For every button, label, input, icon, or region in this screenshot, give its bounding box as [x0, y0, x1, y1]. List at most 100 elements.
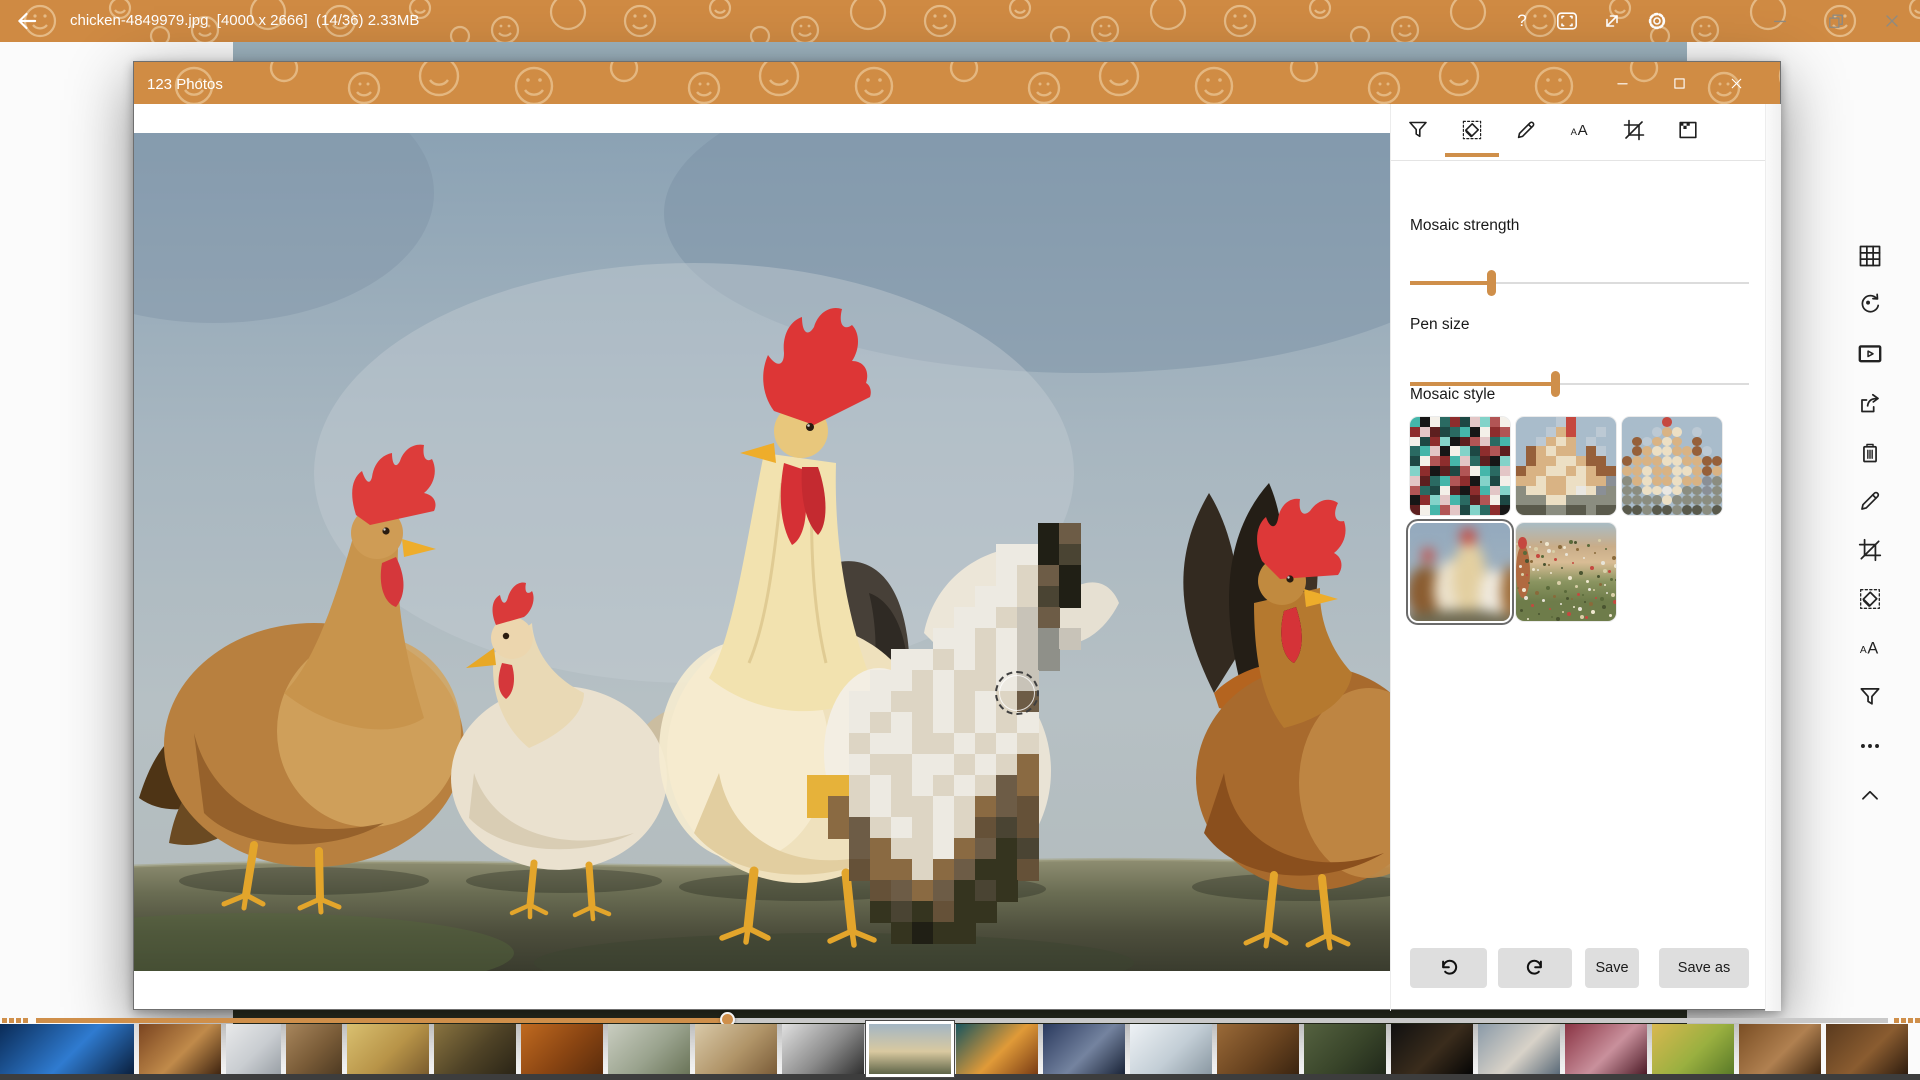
undo-button[interactable]: [1410, 948, 1487, 988]
filmstrip-thumb-corgi[interactable]: [1652, 1024, 1734, 1074]
help-label: ?: [1517, 11, 1526, 31]
filmstrip-thumb-husky[interactable]: [1478, 1024, 1560, 1074]
save-button[interactable]: Save: [1585, 948, 1639, 988]
side-filter-icon[interactable]: [1857, 684, 1883, 710]
side-more-icon[interactable]: [1857, 733, 1883, 759]
filmstrip-thumb-bw-street-cat[interactable]: [782, 1024, 864, 1074]
filmstrip-thumb-yawning-cat[interactable]: [521, 1024, 603, 1074]
save-as-button[interactable]: Save as: [1659, 948, 1749, 988]
filmstrip-thumb-blue-bokeh[interactable]: [0, 1024, 134, 1074]
mosaic-style-spray[interactable]: [1516, 523, 1616, 621]
panel-scroll-lane: [1765, 104, 1781, 1011]
filename-title: chicken-4849979.jpg [4000 x 2666] (14/36…: [70, 0, 419, 42]
filmstrip-thumb-white-kitten[interactable]: [226, 1024, 281, 1074]
editor-close-button[interactable]: [1708, 62, 1765, 104]
slider-thumb[interactable]: [1551, 371, 1560, 397]
filmstrip-thumb-shelf-cat[interactable]: [347, 1024, 429, 1074]
filmstrip-thumb-barn-dogs[interactable]: [139, 1024, 221, 1074]
tab-crop[interactable]: [1622, 118, 1646, 142]
mosaic-strength-label: Mosaic strength: [1410, 217, 1519, 235]
svg-text:A: A: [1860, 645, 1867, 656]
filmstrip-thumb-siamese-cat[interactable]: [1043, 1024, 1125, 1074]
chicken-photo: [134, 133, 1390, 971]
tab-frame[interactable]: [1676, 118, 1700, 142]
mosaic-style-label: Mosaic style: [1410, 386, 1495, 404]
side-slideshow-icon[interactable]: [1857, 341, 1883, 367]
active-tab-underline: [1445, 153, 1499, 157]
tab-filter[interactable]: [1406, 118, 1430, 142]
side-share-icon[interactable]: [1857, 390, 1883, 416]
filmstrip-left-dashes[interactable]: [2, 1018, 7, 1023]
filmstrip-thumb-tan-cat[interactable]: [695, 1024, 777, 1074]
filmstrip-thumb-wreath-dogs[interactable]: [1565, 1024, 1647, 1074]
resize-icon[interactable]: [1596, 6, 1628, 36]
app-topbar: chicken-4849979.jpg [4000 x 2666] (14/36…: [0, 0, 1920, 42]
side-grid-icon[interactable]: [1857, 243, 1883, 269]
svg-text:A: A: [1578, 122, 1588, 139]
filmstrip-thumb-puppies-black[interactable]: [1391, 1024, 1473, 1074]
mosaic-style-random-color-mosaic[interactable]: [1410, 417, 1510, 515]
editor-titlebar[interactable]: 123 Photos: [134, 62, 1780, 104]
tab-pen[interactable]: [1514, 118, 1538, 142]
mosaic-strength-slider[interactable]: [1410, 270, 1749, 296]
editor-panel: AA Mosaic strength Pen size Mosaic style…: [1390, 104, 1780, 1011]
pen-size-label: Pen size: [1410, 316, 1469, 334]
filmstrip-thumb-dog-edge[interactable]: [1826, 1024, 1908, 1074]
settings-icon[interactable]: [1641, 6, 1673, 36]
editor-window-title: 123 Photos: [147, 62, 223, 104]
filmstrip-scroll-progress: [36, 1018, 727, 1023]
filmstrip-bottom-bar: [0, 1074, 1920, 1080]
mosaic-brush-cursor: [995, 671, 1039, 715]
filmstrip-left-dashes[interactable]: [16, 1018, 21, 1023]
svg-text:A: A: [1867, 639, 1878, 657]
filmstrip-thumb-bench-cat[interactable]: [608, 1024, 690, 1074]
side-rotate-icon[interactable]: [1857, 292, 1883, 318]
filmstrip-thumb-snow-dog[interactable]: [1130, 1024, 1212, 1074]
tab-mosaic[interactable]: [1460, 118, 1484, 142]
filmstrip-thumb-brown-dog[interactable]: [1739, 1024, 1821, 1074]
filmstrip-left-dashes[interactable]: [23, 1018, 28, 1023]
mosaic-style-dot-mosaic[interactable]: [1622, 417, 1722, 515]
filmstrip-thumbnails: [0, 1024, 1920, 1074]
minimize-button[interactable]: [1752, 0, 1808, 42]
filmstrip-thumb-mastiff[interactable]: [1217, 1024, 1299, 1074]
filmstrip-left-dashes[interactable]: [9, 1018, 14, 1023]
redo-button[interactable]: [1498, 948, 1572, 988]
side-text-icon[interactable]: AA: [1857, 635, 1883, 661]
svg-text:A: A: [1571, 127, 1578, 138]
filmstrip: [0, 1013, 1920, 1080]
close-button[interactable]: [1864, 0, 1920, 42]
editor-maximize-button[interactable]: [1651, 62, 1708, 104]
tab-text[interactable]: AA: [1568, 118, 1592, 142]
editor-window: 123 Photos: [133, 61, 1781, 1010]
filmstrip-right-dashes[interactable]: [1894, 1018, 1899, 1023]
filmstrip-thumb-hay-kittens[interactable]: [434, 1024, 516, 1074]
tabs-separator: [1391, 160, 1765, 161]
back-button[interactable]: [14, 8, 40, 34]
smiley-pattern: [134, 62, 1780, 104]
side-mosaic-icon[interactable]: [1857, 586, 1883, 612]
photo-canvas[interactable]: [134, 133, 1390, 971]
viewer-side-toolbar: AA: [1857, 243, 1887, 808]
filmstrip-right-dashes[interactable]: [1915, 1018, 1920, 1023]
back-arrow-icon: [14, 8, 40, 34]
editor-minimize-button[interactable]: [1594, 62, 1651, 104]
help-icon[interactable]: ?: [1506, 6, 1538, 36]
side-pen-icon[interactable]: [1857, 488, 1883, 514]
fit-icon[interactable]: [1551, 6, 1583, 36]
filmstrip-thumb-shaggy-dog[interactable]: [1304, 1024, 1386, 1074]
filmstrip-thumb-tabby-cat[interactable]: [286, 1024, 342, 1074]
side-trash-icon[interactable]: [1857, 439, 1883, 465]
mosaic-style-pixelate[interactable]: [1516, 417, 1616, 515]
filmstrip-right-dashes[interactable]: [1908, 1018, 1913, 1023]
filmstrip-right-dashes[interactable]: [1901, 1018, 1906, 1023]
tool-tabs: AA: [1406, 118, 1700, 142]
slider-thumb[interactable]: [1487, 270, 1496, 296]
mosaic-style-blur[interactable]: [1410, 523, 1510, 621]
filmstrip-thumb-sunset-kids[interactable]: [956, 1024, 1038, 1074]
restore-button[interactable]: [1808, 0, 1864, 42]
side-crop-icon[interactable]: [1857, 537, 1883, 563]
filmstrip-thumb-chickens-current[interactable]: [869, 1024, 951, 1074]
side-collapse-icon[interactable]: [1857, 782, 1883, 808]
slider-fill: [1410, 281, 1491, 285]
